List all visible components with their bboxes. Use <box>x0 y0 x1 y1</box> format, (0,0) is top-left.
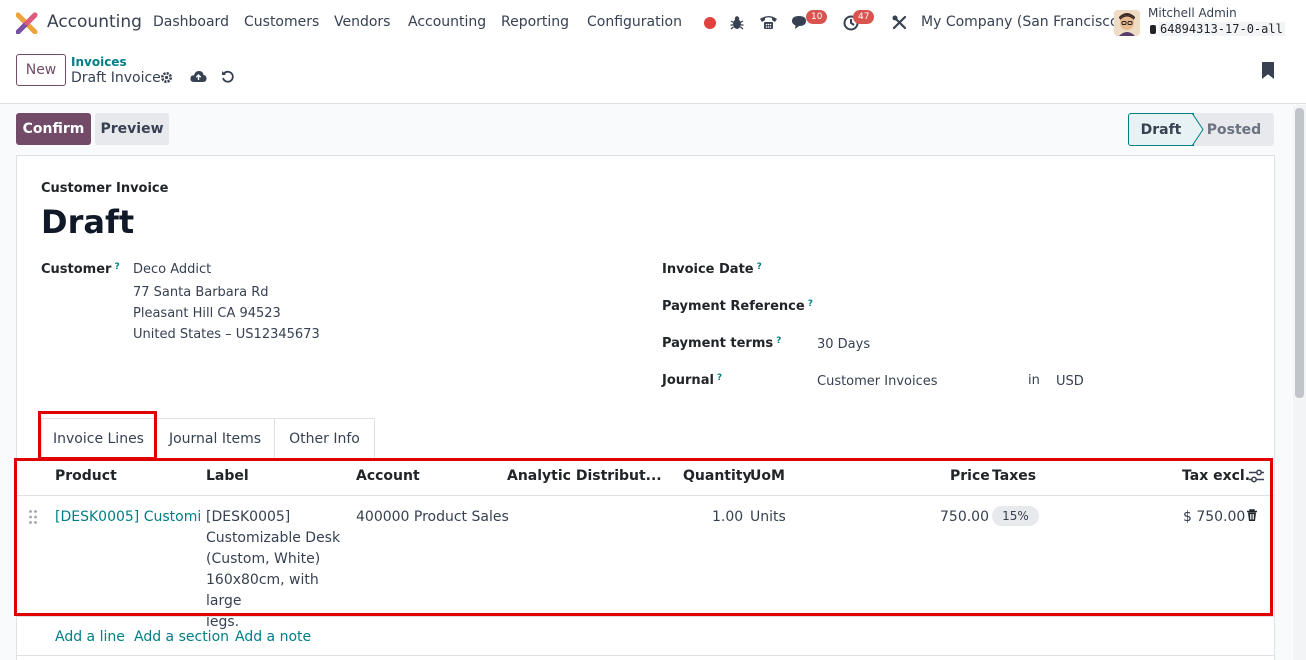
menu-dashboard[interactable]: Dashboard <box>153 14 229 30</box>
line-label[interactable]: [DESK0005] Customizable Desk (Custom, Wh… <box>206 507 351 633</box>
column-price[interactable]: Price <box>950 468 990 484</box>
phone-icon[interactable] <box>759 14 778 30</box>
bottom-divider <box>16 655 1275 656</box>
journal-help-icon[interactable]: ? <box>717 373 722 383</box>
column-product[interactable]: Product <box>55 468 117 484</box>
journal-label: Journal? <box>662 373 723 388</box>
payment-reference-input[interactable] <box>817 297 1257 319</box>
line-label-text: [DESK0005] <box>206 509 291 525</box>
menu-reporting[interactable]: Reporting <box>501 14 569 30</box>
customer-street: 77 Santa Barbara Rd <box>133 285 269 300</box>
column-settings-sliders-icon[interactable] <box>1249 469 1264 483</box>
line-label-text: Customizable Desk <box>206 530 341 546</box>
preview-button[interactable]: Preview <box>95 113 169 145</box>
control-panel: New Invoices Draft Invoice <box>0 46 1306 104</box>
menu-accounting[interactable]: Accounting <box>408 14 486 30</box>
tab-journal-items[interactable]: Journal Items <box>156 418 275 458</box>
debug-bug-icon[interactable] <box>730 15 744 30</box>
payment-terms-label: Payment terms? <box>662 336 782 351</box>
line-label-text: 160x80cm, with large <box>206 572 319 609</box>
column-uom[interactable]: UoM <box>750 468 785 484</box>
tools-icon[interactable] <box>892 15 907 30</box>
gear-icon[interactable] <box>160 71 173 84</box>
status-posted[interactable]: Posted <box>1194 113 1274 146</box>
payment-reference-label: Payment Reference? <box>662 299 813 314</box>
accounting-app-logo-icon[interactable] <box>16 12 38 34</box>
add-section-link[interactable]: Add a section <box>134 629 229 645</box>
activities-count-badge: 47 <box>853 10 875 24</box>
drag-handle-icon[interactable] <box>28 509 38 525</box>
form-sheet <box>16 155 1275 660</box>
record-status-dot-icon[interactable] <box>704 17 716 29</box>
delete-trash-icon[interactable] <box>1246 509 1258 522</box>
journal-in-label: in <box>1028 373 1040 388</box>
menu-vendors[interactable]: Vendors <box>334 14 390 30</box>
column-analytic-distribution[interactable]: Analytic Distribut... <box>507 468 662 484</box>
confirm-button[interactable]: Confirm <box>16 113 91 145</box>
customer-country-vat: United States – US12345673 <box>133 327 320 342</box>
line-product[interactable]: [DESK0005] Customizal <box>55 507 201 528</box>
database-icon <box>1150 25 1156 34</box>
payment-reference-help-icon[interactable]: ? <box>808 299 813 309</box>
currency-value[interactable]: USD <box>1056 374 1084 389</box>
column-taxes[interactable]: Taxes <box>992 468 1036 484</box>
database-name: 64894313-17-0-all <box>1158 22 1285 36</box>
line-quantity[interactable]: 1.00 <box>712 507 743 528</box>
save-cloud-icon[interactable] <box>190 70 207 83</box>
column-account[interactable]: Account <box>356 468 420 484</box>
tab-invoice-lines[interactable]: Invoice Lines <box>41 418 156 458</box>
status-bar: Posted Draft <box>1128 113 1274 146</box>
add-line-link[interactable]: Add a line <box>55 629 125 645</box>
menu-configuration[interactable]: Configuration <box>587 14 682 30</box>
breadcrumb-invoices[interactable]: Invoices <box>71 55 127 69</box>
messages-count-badge: 10 <box>806 10 828 24</box>
line-uom[interactable]: Units <box>750 507 786 528</box>
line-subtotal: $ 750.00 <box>1183 509 1246 525</box>
payment-terms-help-icon[interactable]: ? <box>776 336 781 346</box>
row-divider <box>16 616 1275 617</box>
scrollbar-thumb[interactable] <box>1295 108 1304 398</box>
invoice-date-input[interactable] <box>817 260 1257 282</box>
invoice-state-title: Draft <box>41 203 135 241</box>
top-navbar: Accounting Dashboard Customers Vendors A… <box>0 0 1306 46</box>
line-account[interactable]: 400000 Product Sales <box>356 507 509 528</box>
company-switcher[interactable]: My Company (San Francisco) <box>921 14 1124 30</box>
menu-customers[interactable]: Customers <box>244 14 319 30</box>
line-price[interactable]: 750.00 <box>940 507 989 528</box>
invoice-date-help-icon[interactable]: ? <box>757 262 762 272</box>
discard-undo-icon[interactable] <box>221 70 234 83</box>
bookmark-icon[interactable] <box>1262 62 1274 79</box>
app-name[interactable]: Accounting <box>47 12 142 32</box>
invoice-date-label: Invoice Date? <box>662 262 762 277</box>
line-tax-badge[interactable]: 15% <box>992 506 1039 526</box>
payment-terms-value[interactable]: 30 Days <box>817 337 870 352</box>
user-avatar[interactable] <box>1114 10 1140 36</box>
new-button[interactable]: New <box>16 54 66 86</box>
customer-name[interactable]: Deco Addict <box>133 262 211 277</box>
journal-value[interactable]: Customer Invoices <box>817 374 938 389</box>
column-quantity[interactable]: Quantity <box>683 468 752 484</box>
add-note-link[interactable]: Add a note <box>235 629 311 645</box>
tab-other-info[interactable]: Other Info <box>275 418 375 458</box>
customer-city: Pleasant Hill CA 94523 <box>133 306 281 321</box>
user-name[interactable]: Mitchell Admin <box>1148 6 1237 20</box>
column-label[interactable]: Label <box>206 468 249 484</box>
column-tax-excluded[interactable]: Tax excl. <box>1182 468 1250 484</box>
line-label-text: (Custom, White) <box>206 551 321 567</box>
customer-label: Customer? <box>41 262 120 277</box>
move-type-label: Customer Invoice <box>41 181 169 196</box>
breadcrumb-current: Draft Invoice <box>71 70 161 86</box>
customer-help-icon[interactable]: ? <box>114 262 119 272</box>
status-arrow-icon <box>1192 113 1204 146</box>
status-draft[interactable]: Draft <box>1128 113 1194 146</box>
